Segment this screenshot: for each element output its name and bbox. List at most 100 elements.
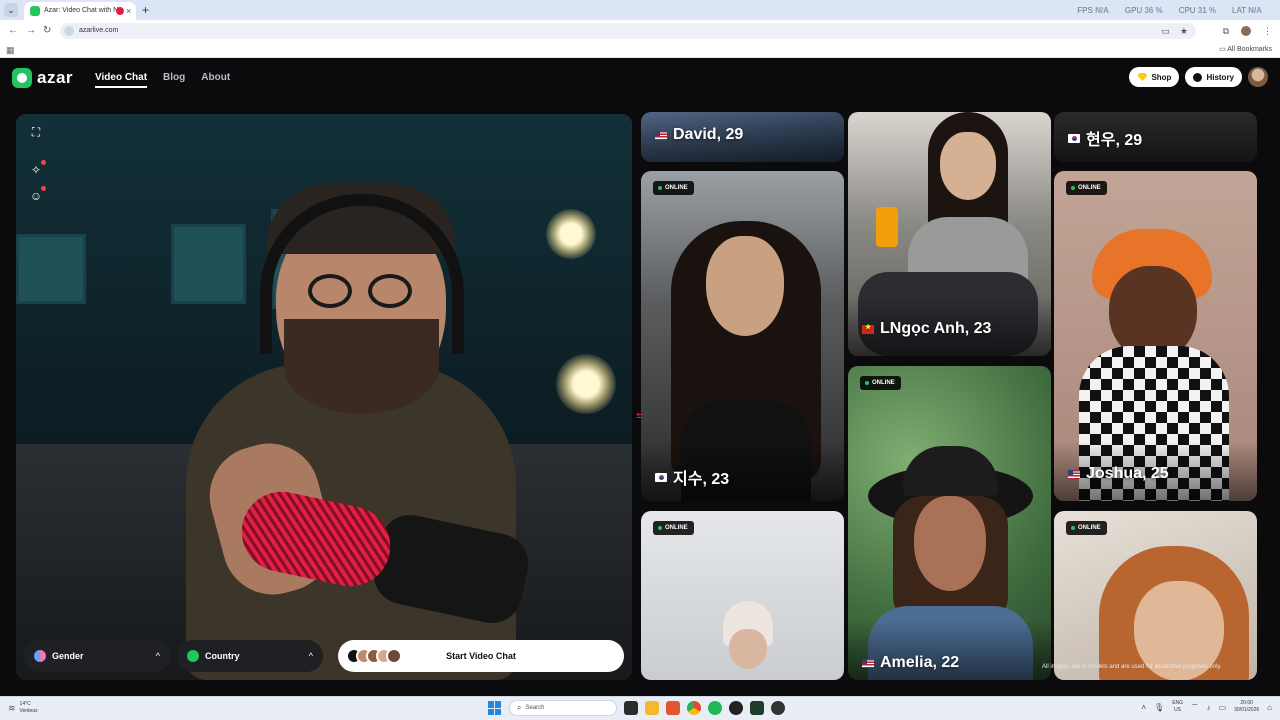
- temperature: 14°C: [19, 701, 31, 707]
- task-view-icon[interactable]: [624, 701, 638, 715]
- taskbar-search[interactable]: ⌕ Search: [509, 700, 617, 716]
- online-badge: ONLINE: [653, 521, 694, 535]
- weather-widget[interactable]: ≋ 14°C Venteux: [8, 701, 38, 715]
- azar-favicon-icon: [30, 6, 40, 16]
- tab-search-menu-icon[interactable]: ⌄: [4, 3, 18, 17]
- spotify-icon[interactable]: [708, 701, 722, 715]
- shop-label: Shop: [1151, 72, 1172, 82]
- online-badge: ONLINE: [1066, 181, 1107, 195]
- performance-overlay: FPS N/A GPU 36 % CPU 31 % LAT N/A: [1077, 0, 1262, 20]
- gem-icon: [1137, 73, 1148, 81]
- clock-icon: [1193, 72, 1203, 82]
- face: [914, 496, 986, 591]
- logo-text: azar: [37, 68, 74, 87]
- new-tab-button[interactable]: +: [142, 2, 149, 18]
- profile-card-amelia[interactable]: ONLINE Amelia, 22: [848, 366, 1051, 680]
- search-icon: ⌕: [517, 703, 522, 712]
- history-button[interactable]: History: [1185, 67, 1242, 87]
- emoji-icon[interactable]: ☺: [28, 186, 46, 204]
- terminal-icon[interactable]: [750, 701, 764, 715]
- nav-about[interactable]: About: [201, 72, 230, 88]
- profile-card-jisu[interactable]: ONLINE 지수, 23: [641, 171, 844, 501]
- app-icon[interactable]: [666, 701, 680, 715]
- drink: [876, 207, 898, 247]
- perf-cpu: CPU 31 %: [1178, 5, 1217, 15]
- profile-card-david[interactable]: David, 29: [641, 112, 844, 162]
- microphone-icon[interactable]: 🎙: [1154, 703, 1164, 712]
- kr-flag-icon: [655, 472, 667, 482]
- expand-icon[interactable]: ⛶: [28, 124, 44, 140]
- vn-flag-icon: [862, 323, 874, 334]
- profile-avatar[interactable]: [1241, 26, 1251, 36]
- face: [729, 629, 767, 669]
- profile-card-ngoc-anh[interactable]: LNgọc Anh, 23: [848, 112, 1051, 356]
- globe-icon: [187, 650, 199, 662]
- shop-button[interactable]: Shop: [1129, 67, 1180, 87]
- chrome-icon[interactable]: [687, 701, 701, 715]
- disclaimer-text: All images are of models and are used fo…: [1042, 664, 1222, 670]
- lamp-light: [546, 209, 596, 259]
- clock[interactable]: 20:00 30/01/2026: [1234, 700, 1259, 714]
- history-label: History: [1206, 72, 1234, 82]
- start-video-chat-button[interactable]: Start Video Chat: [338, 640, 624, 672]
- face: [706, 236, 784, 336]
- extensions-icon[interactable]: ⧉: [1223, 24, 1229, 38]
- notification-dot: [41, 186, 46, 191]
- azar-page: azar Video Chat Blog About Shop History: [0, 58, 1280, 696]
- bookmark-star-icon[interactable]: ★: [1180, 25, 1188, 37]
- battery-icon[interactable]: ▭: [1219, 703, 1227, 712]
- perf-gpu: GPU 36 %: [1124, 5, 1163, 15]
- volume-icon[interactable]: ♪: [1207, 703, 1211, 712]
- azar-logo-icon: [12, 68, 32, 88]
- obs-icon[interactable]: [729, 701, 743, 715]
- gender-icon: [34, 650, 46, 662]
- country-filter[interactable]: Country ^: [177, 640, 323, 672]
- camera-preview: ⛶ ✧ ☺ Gender ^ Country ^ Start Video Cha…: [16, 114, 632, 680]
- back-arrow-icon[interactable]: ←: [8, 24, 18, 38]
- perf-lat: LAT N/A: [1232, 5, 1262, 15]
- search-placeholder: Search: [525, 705, 545, 711]
- magic-wand-icon[interactable]: ✧: [28, 160, 46, 178]
- address-bar[interactable]: azarlive.com ▭ ★: [60, 23, 1196, 39]
- nav-video-chat[interactable]: Video Chat: [95, 72, 148, 88]
- gender-filter[interactable]: Gender ^: [24, 640, 170, 672]
- wall-frame: [171, 224, 246, 304]
- chevron-up-icon: ^: [308, 651, 313, 661]
- us-flag-icon: [862, 658, 874, 668]
- perf-fps: FPS N/A: [1077, 5, 1109, 15]
- forward-arrow-icon[interactable]: →: [26, 24, 36, 38]
- browser-tabstrip: ⌄ Azar: Video Chat with New × + FPS N/A …: [0, 0, 1280, 20]
- browser-tab-active[interactable]: Azar: Video Chat with New ×: [24, 2, 136, 20]
- apps-grid-icon[interactable]: ▦: [6, 45, 15, 55]
- notification-dot: [41, 160, 46, 165]
- windows-start-icon[interactable]: [488, 701, 502, 715]
- profile-card-joshua[interactable]: ONLINE Joshua, 25: [1054, 171, 1257, 501]
- us-flag-icon: [655, 130, 667, 140]
- reload-icon[interactable]: ↻: [43, 24, 51, 38]
- notification-bell-icon[interactable]: ⌂: [1267, 703, 1272, 712]
- azar-logo[interactable]: azar: [12, 68, 73, 88]
- site-info-icon[interactable]: [64, 26, 74, 36]
- tab-close-button[interactable]: ×: [126, 5, 131, 17]
- file-explorer-icon[interactable]: [645, 701, 659, 715]
- kr-flag-icon: [1068, 133, 1080, 143]
- app-icon[interactable]: [771, 701, 785, 715]
- profile-card-snow[interactable]: ONLINE: [641, 511, 844, 680]
- profile-name: Amelia, 22: [862, 654, 959, 672]
- cast-icon[interactable]: ▭: [1161, 25, 1170, 37]
- chevron-up-icon[interactable]: ˄: [1141, 703, 1146, 712]
- weather-condition: Venteux: [19, 708, 38, 714]
- browser-toolbar: ← → ↻ azarlive.com ▭ ★ ⧉ ⋮: [0, 20, 1280, 42]
- all-bookmarks-link[interactable]: ▭ All Bookmarks: [1219, 44, 1272, 56]
- profile-name: 현우, 29: [1068, 126, 1142, 150]
- nav-blog[interactable]: Blog: [163, 72, 185, 88]
- main-nav: Video Chat Blog About: [95, 72, 230, 88]
- start-video-chat-label: Start Video Chat: [446, 651, 516, 661]
- profile-card-redhead[interactable]: ONLINE: [1054, 511, 1257, 680]
- profile-card-hyunwoo[interactable]: 현우, 29: [1054, 112, 1257, 162]
- wifi-icon[interactable]: ⌔: [1191, 702, 1199, 712]
- face: [940, 132, 996, 200]
- user-avatar[interactable]: [1248, 67, 1268, 87]
- browser-menu-icon[interactable]: ⋮: [1263, 24, 1272, 38]
- language-indicator[interactable]: ENG US: [1172, 700, 1183, 714]
